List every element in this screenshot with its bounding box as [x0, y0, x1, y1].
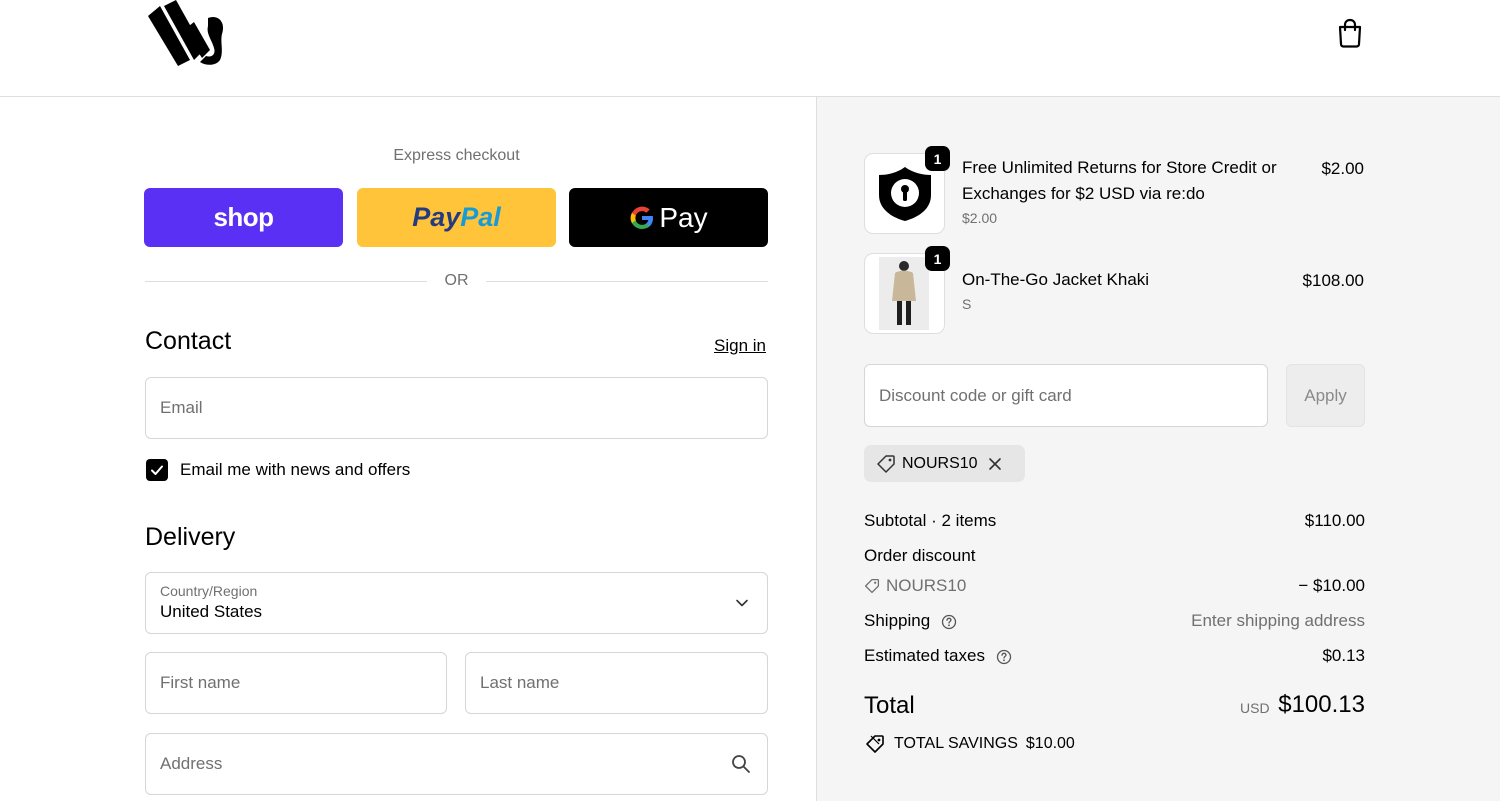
subtotal-label: Subtotal · 2 items: [864, 511, 997, 530]
first-name-placeholder: First name: [160, 673, 241, 692]
item-name-line1: On-The-Go Jacket Khaki: [962, 270, 1150, 289]
quantity-badge: 1: [925, 146, 950, 171]
last-name-field[interactable]: Last name: [465, 652, 768, 714]
item-variant: $2.00: [962, 210, 998, 226]
header: [0, 0, 1500, 97]
discount-code-row: NOURS10: [864, 576, 966, 596]
savings-label: TOTAL SAVINGS: [894, 735, 1018, 752]
total-label: Total: [864, 692, 915, 719]
checkmark-icon: [151, 465, 163, 475]
paypal-label-part1: Pay: [412, 202, 461, 232]
discount-code-name: NOURS10: [886, 576, 967, 595]
tag-icon: [877, 454, 895, 473]
order-discount-label: Order discount: [864, 546, 976, 565]
brand-logo[interactable]: [146, 0, 228, 68]
shop-pay-label: shop: [213, 202, 274, 232]
help-icon[interactable]: [941, 614, 957, 630]
paypal-button[interactable]: Pay Pal: [357, 188, 556, 247]
taxes-value: $0.13: [1322, 646, 1365, 665]
paypal-label-part2: Pal: [460, 202, 501, 232]
google-g-icon: [630, 206, 654, 229]
item-name-line2: Exchanges for $2 USD via re:do: [962, 184, 1205, 203]
or-divider: OR: [145, 270, 768, 292]
address-placeholder: Address: [160, 754, 223, 773]
applied-discount-tag: NOURS10: [864, 445, 1025, 482]
item-name: Free Unlimited Returns for Store Credit …: [962, 155, 1277, 207]
taxes-label: Estimated taxes: [864, 646, 985, 665]
express-checkout-title: Express checkout: [393, 147, 520, 164]
applied-code-label: NOURS10: [902, 454, 978, 472]
total-savings-row: TOTAL SAVINGS $10.00: [864, 734, 1075, 754]
last-name-placeholder: Last name: [480, 673, 560, 692]
country-label: Country/Region: [160, 583, 258, 599]
divider-line-right: [486, 281, 768, 282]
shipping-value: Enter shipping address: [1191, 611, 1365, 630]
close-icon: [988, 457, 1001, 470]
discount-code-field[interactable]: Discount code or gift card: [864, 364, 1268, 427]
item-price: $108.00: [1302, 271, 1364, 290]
or-label: OR: [444, 272, 469, 289]
help-icon[interactable]: [996, 649, 1012, 665]
search-icon[interactable]: [731, 754, 751, 774]
address-field[interactable]: Address: [145, 733, 768, 795]
returns-item-thumbnail: 1: [864, 146, 950, 234]
google-pay-button[interactable]: Pay: [569, 188, 768, 247]
email-placeholder: Email: [160, 398, 203, 417]
item-variant: S: [962, 296, 972, 312]
shipping-label: Shipping: [864, 611, 931, 630]
shop-pay-button[interactable]: shop: [144, 188, 343, 247]
divider-line-left: [145, 281, 427, 282]
google-pay-label: Pay: [659, 201, 708, 233]
jacket-item-thumbnail: 1: [864, 246, 950, 334]
total-currency: USD: [1240, 700, 1270, 716]
sign-in-link[interactable]: Sign in: [714, 336, 766, 356]
total-value: $100.13: [1278, 691, 1365, 718]
shopping-bag-icon[interactable]: [1336, 18, 1364, 48]
contact-heading: Contact: [145, 327, 232, 355]
jacket-product-image: [879, 257, 929, 330]
savings-value: $10.00: [1025, 735, 1075, 752]
taxes-row: Estimated taxes: [864, 646, 1012, 666]
email-field[interactable]: Email: [145, 377, 768, 439]
country-select[interactable]: Country/Region United States: [145, 572, 768, 634]
quantity-badge: 1: [925, 246, 950, 271]
news-offers-checkbox[interactable]: [146, 459, 168, 481]
discount-placeholder: Discount code or gift card: [879, 386, 1072, 405]
item-name: On-The-Go Jacket Khaki: [962, 267, 1149, 293]
chevron-down-icon: [736, 599, 748, 607]
apply-button[interactable]: Apply: [1286, 364, 1365, 427]
subtotal-value: $110.00: [1304, 511, 1365, 530]
delivery-heading: Delivery: [145, 523, 236, 551]
shield-keyhole-icon: [879, 167, 931, 221]
tag-icon: [864, 578, 880, 594]
country-value: United States: [160, 602, 263, 621]
news-offers-label: Email me with news and offers: [180, 460, 411, 479]
first-name-field[interactable]: First name: [145, 652, 447, 714]
remove-discount-button[interactable]: [988, 457, 1002, 471]
shipping-row: Shipping: [864, 611, 957, 631]
discount-value: − $10.00: [1298, 576, 1365, 595]
savings-tag-icon: [866, 735, 884, 753]
item-name-line1: Free Unlimited Returns for Store Credit …: [962, 158, 1277, 177]
item-price: $2.00: [1321, 159, 1364, 178]
